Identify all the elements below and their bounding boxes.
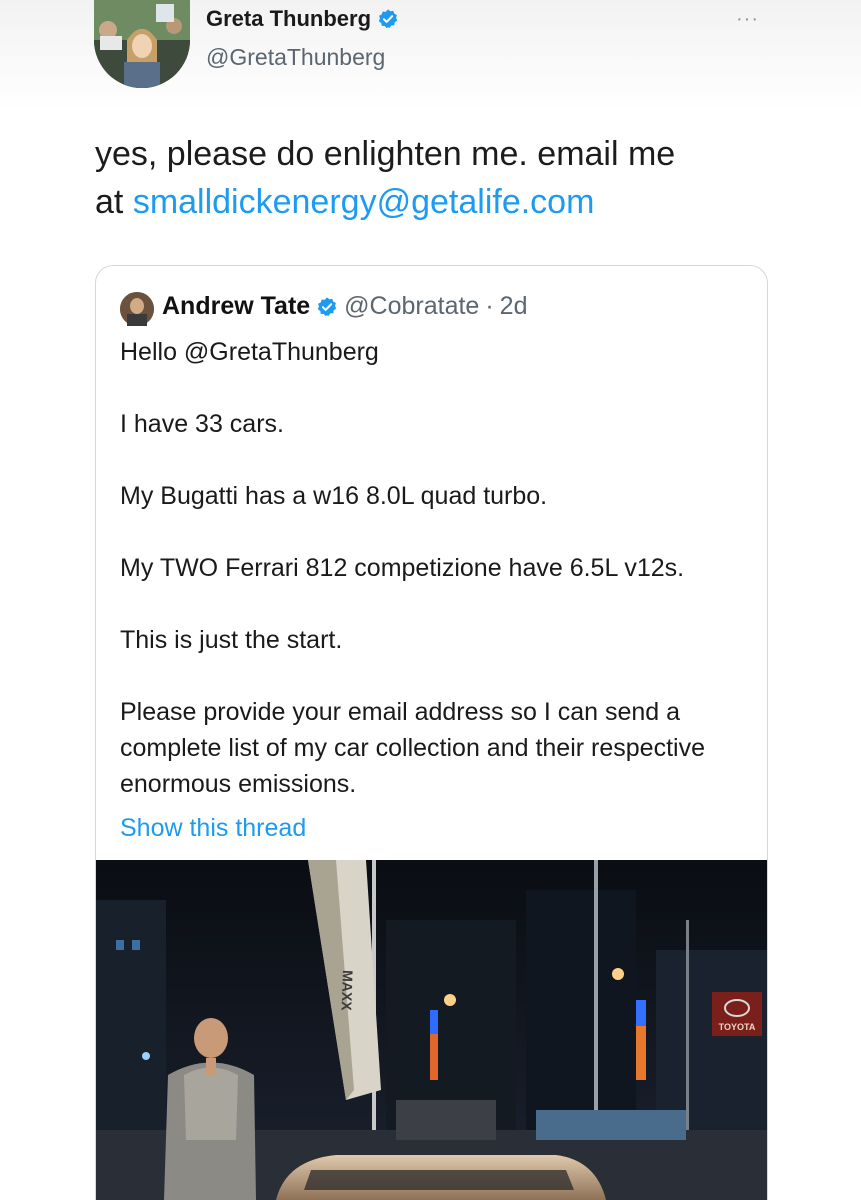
main-tweet-text: yes, please do enlighten me. email me at…: [95, 130, 795, 226]
quoted-line-cars: I have 33 cars.: [120, 410, 284, 438]
quoted-separator: ·: [485, 292, 494, 320]
quoted-line-bugatti: My Bugatti has a w16 8.0L quad turbo.: [120, 482, 548, 510]
quoted-author-handle[interactable]: @Cobratate: [344, 292, 479, 321]
more-dots-icon[interactable]: ···: [736, 9, 759, 29]
quoted-tweet-text: Hello @GretaThunberg I have 33 cars. My …: [120, 334, 750, 846]
email-link[interactable]: smalldickenergy@getalife.com: [133, 183, 595, 221]
quoted-tweet-photo[interactable]: MAXX TOYOTA: [96, 860, 767, 1200]
quoted-line-greeting: Hello @GretaThunberg: [120, 338, 379, 366]
sign-text: TOYOTA: [719, 1022, 756, 1032]
main-tweet-line-2: at smalldickenergy@getalife.com: [95, 178, 795, 226]
tate-avatar: [120, 292, 154, 326]
main-tweet-line-1: yes, please do enlighten me. email me: [95, 135, 676, 173]
verified-badge-icon: [316, 296, 338, 318]
show-thread-link[interactable]: Show this thread: [120, 810, 750, 846]
quoted-author-row: Andrew Tate @Cobratate · 2d: [162, 292, 527, 321]
quoted-line-request: Please provide your email address so I c…: [120, 698, 705, 798]
tweet-screenshot: Greta Thunberg @GretaThunberg ··· yes, p…: [0, 0, 861, 1200]
greta-avatar[interactable]: [94, 0, 190, 88]
main-author-name[interactable]: Greta Thunberg: [206, 6, 371, 32]
main-author-handle[interactable]: @GretaThunberg: [206, 44, 385, 71]
quoted-tweet-card[interactable]: Andrew Tate @Cobratate · 2d Hello @Greta…: [95, 265, 768, 1200]
quoted-author-name[interactable]: Andrew Tate: [162, 292, 310, 321]
flag-text: MAXX: [339, 970, 356, 1012]
quoted-line-start: This is just the start.: [120, 626, 343, 654]
verified-badge-icon: [377, 8, 399, 30]
main-tweet-prefix: at: [95, 183, 133, 221]
quoted-timestamp[interactable]: 2d: [500, 292, 528, 321]
main-author-row: Greta Thunberg: [206, 6, 399, 32]
quoted-line-ferrari: My TWO Ferrari 812 competizione have 6.5…: [120, 554, 685, 582]
